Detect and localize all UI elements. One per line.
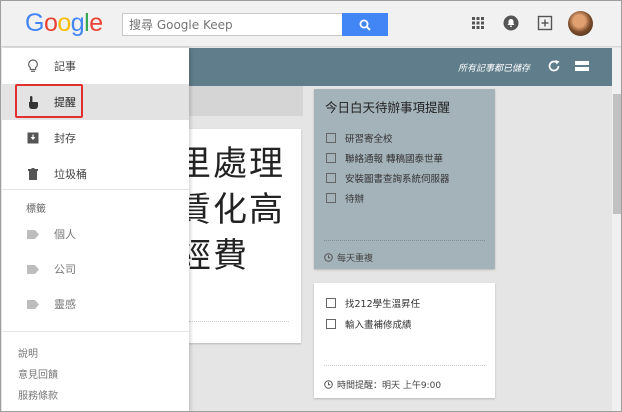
labels-heading: 標籤 [26,204,46,215]
checklist-item[interactable]: 聯絡通報 轉稿國泰世華 [326,151,443,165]
reminder-text: 時間提醒：明天 上午9:00 [337,381,442,391]
checklist-text: 找212學生溫昇任 [345,299,421,310]
avatar[interactable] [568,11,593,36]
app-window: Google 搜尋 Google Keep 所有記事都已儲存 里處理 賃化高 經… [0,0,622,412]
sidebar-item-label-inspiration[interactable]: 靈感 [2,286,189,322]
search-icon [359,19,371,31]
apps-grid-icon[interactable] [469,14,487,32]
checklist-text: 輸入畫補修成績 [345,320,412,331]
sidebar-item-label-personal[interactable]: 個人 [2,216,189,252]
search-bar [122,13,388,36]
checklist-item[interactable]: 研習寄全校 [326,131,393,145]
clock-icon [324,253,333,262]
divider [2,331,189,332]
checklist-item[interactable]: 找212學生溫昇任 [326,296,420,310]
saved-status: 所有記事都已儲存 [458,64,531,74]
clock-icon [324,380,333,389]
note-card[interactable]: 找212學生溫昇任 輸入畫補修成績 時間提醒：明天 上午9:00 [314,283,495,398]
reminder-chip[interactable]: 每天重複 [324,251,373,264]
logo-letter: o [57,9,71,37]
note-title: 今日白天待辦事項提醒 [325,100,451,115]
lightbulb-icon [26,59,40,73]
notifications-icon[interactable] [502,14,520,32]
sidebar-item-trash[interactable]: 垃圾桶 [2,156,189,192]
sidebar-item-archive[interactable]: 封存 [2,120,189,156]
note-handwriting-text: 里處理 賃化高 經費 [177,141,285,279]
checklist-text: 待辦 [345,194,365,205]
sidebar-item-label: 記事 [54,60,76,73]
label-icon [26,297,40,311]
list-view-icon[interactable] [575,60,589,75]
help-link[interactable]: 說明 [18,345,38,360]
note-text-line: 賃化高 [177,190,285,230]
share-add-icon[interactable] [536,14,554,32]
sidebar-item-label: 個人 [54,228,76,241]
feedback-link[interactable]: 意見回饋 [18,366,58,381]
divider [2,189,189,190]
scrollbar-thumb[interactable] [613,94,621,214]
checklist-item[interactable]: 待辦 [326,191,364,205]
checkbox[interactable] [326,193,336,203]
note-text-line: 里處理 [177,144,285,184]
checkbox[interactable] [326,173,336,183]
checkbox[interactable] [326,319,336,329]
reminder-chip[interactable]: 時間提醒：明天 上午9:00 [324,378,441,391]
search-input[interactable] [122,13,342,36]
google-logo[interactable]: Google [25,9,103,38]
sidebar-item-label: 封存 [54,132,76,145]
reminder-text: 每天重複 [337,254,374,264]
logo-letter: e [89,9,103,37]
logo-letter: G [25,9,44,37]
logo-letter: g [70,9,85,37]
checklist-text: 安裝圖書查詢系統伺服器 [345,174,450,185]
divider [324,240,485,241]
note-header-band [189,86,303,116]
highlight-annotation [15,84,83,118]
trash-icon [26,167,40,181]
checkbox[interactable] [326,153,336,163]
divider [324,365,485,366]
note-text-line: 經費 [177,236,249,276]
note-card[interactable]: 今日白天待辦事項提醒 研習寄全校 聯絡通報 轉稿國泰世華 安裝圖書查詢系統伺服器… [314,89,495,269]
archive-icon [26,131,40,145]
terms-link[interactable]: 服務條款 [18,387,58,402]
checklist-text: 研習寄全校 [345,134,393,145]
checkbox[interactable] [326,133,336,143]
search-button[interactable] [342,13,388,36]
top-bar: Google [1,1,621,47]
sidebar-item-notes[interactable]: 記事 [2,48,189,84]
sidebar-item-label: 公司 [54,263,76,276]
logo-letter: o [43,9,58,37]
sidebar-item-label: 靈感 [54,298,76,311]
sidebar-item-label-work[interactable]: 公司 [2,251,189,287]
checklist-text: 聯絡通報 轉稿國泰世華 [345,154,444,165]
checklist-item[interactable]: 安裝圖書查詢系統伺服器 [326,171,450,185]
checklist-item[interactable]: 輸入畫補修成績 [326,317,412,331]
label-icon [26,262,40,276]
refresh-icon[interactable] [547,59,561,76]
checkbox[interactable] [326,298,336,308]
label-icon [26,227,40,241]
divider [189,321,289,322]
sidebar-item-label: 垃圾桶 [54,168,87,181]
